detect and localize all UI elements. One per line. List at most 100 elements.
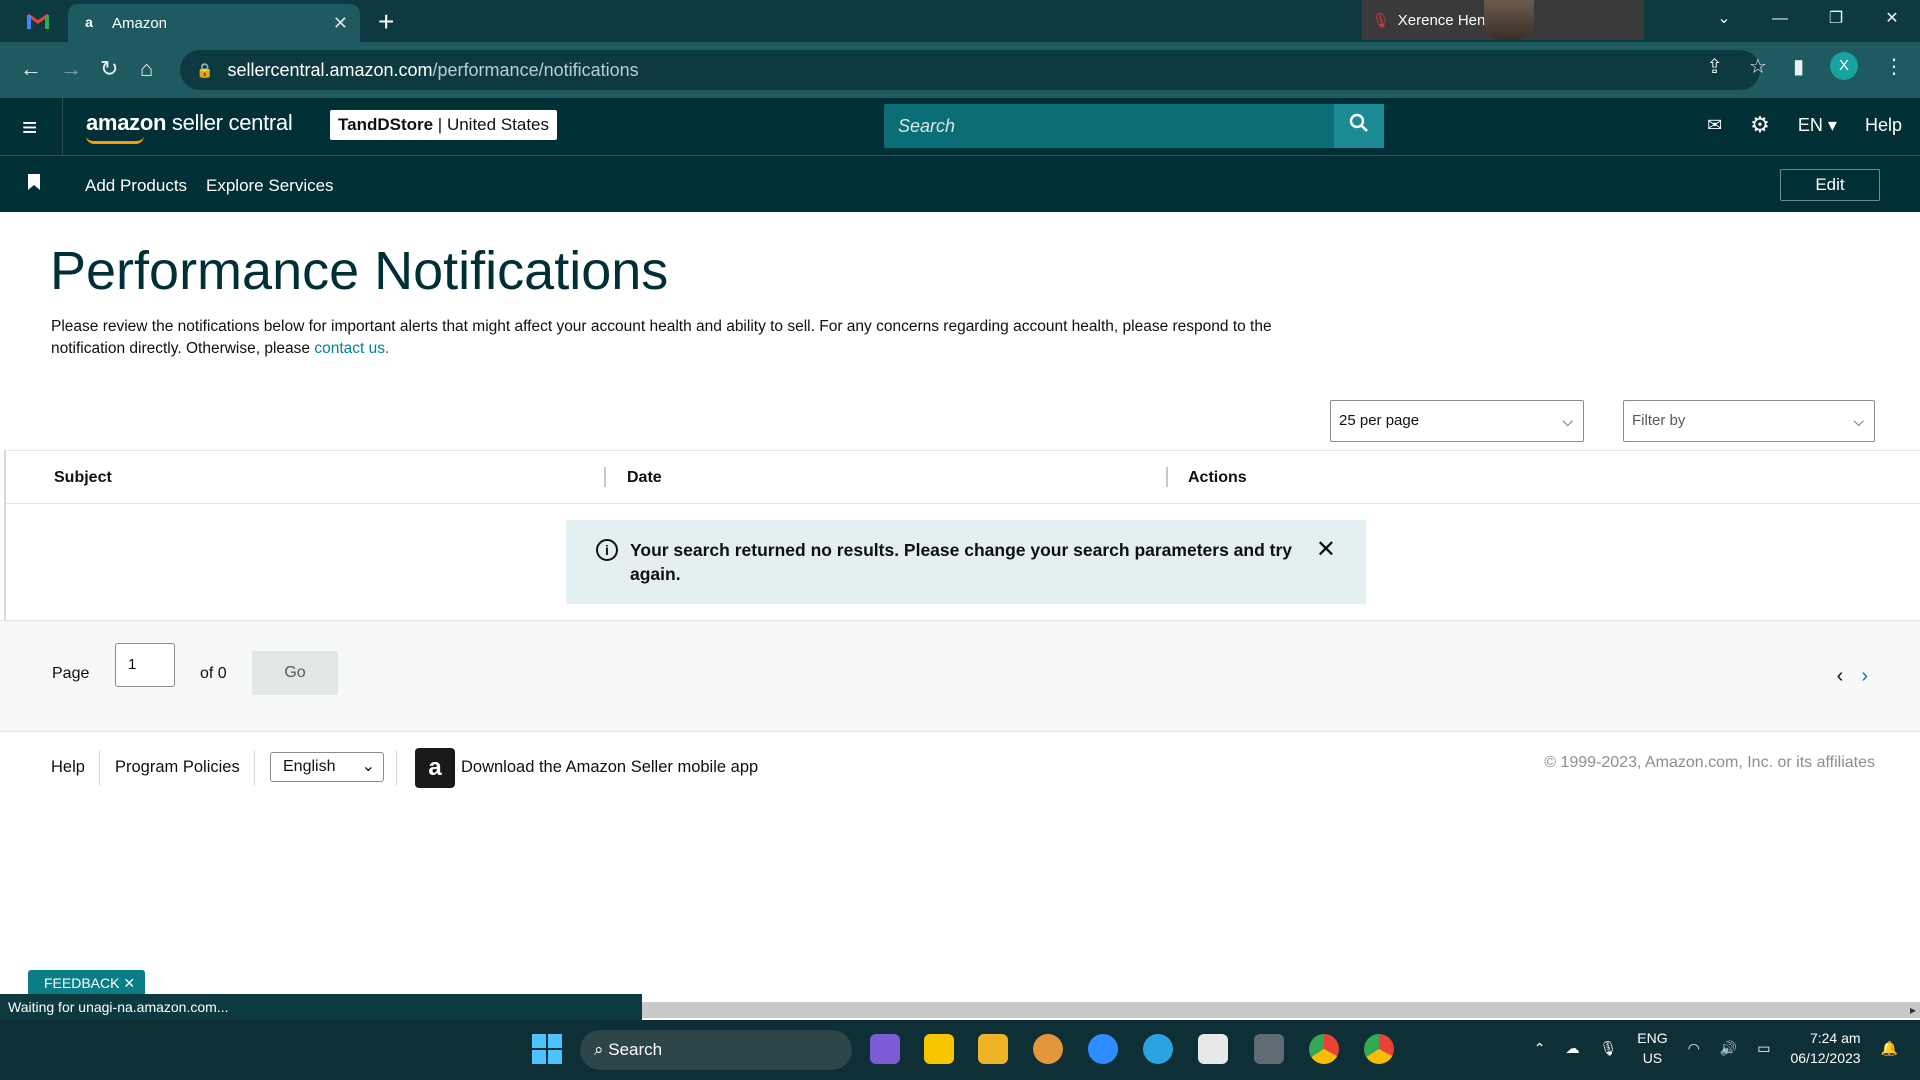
url-input[interactable]: 🔒 sellercentral.amazon.com/performance/n… [180,50,1760,90]
hamburger-menu-icon[interactable]: ≡ [22,114,37,140]
clock[interactable]: 7:24 am 06/12/2023 [1790,1028,1860,1068]
program-policies-link[interactable]: Program Policies [115,758,240,777]
footer-divider [396,750,397,786]
close-window-button[interactable]: ✕ [1864,0,1920,40]
page-number-input[interactable]: 1 [115,643,175,687]
lock-icon: 🔒 [196,61,214,78]
download-app-link[interactable]: Download the Amazon Seller mobile app [461,758,758,777]
video-call-overlay[interactable]: 🎙 Xerence Henry [1362,0,1644,40]
search-input[interactable]: Search [884,104,1334,148]
logo-seller-central-text: seller central [166,110,293,135]
battery-icon[interactable]: ▭ [1757,1040,1770,1057]
copyright-text: © 1999-2023, Amazon.com, Inc. or its aff… [1544,754,1875,771]
file-explorer-icon[interactable] [978,1034,1008,1064]
home-icon[interactable]: ⌂ [140,56,153,82]
mail-icon[interactable]: ✉ [1707,115,1722,136]
logo-amazon-text: amazon [86,110,167,135]
close-alert-icon[interactable]: ✕ [1316,538,1336,586]
filter-by-select[interactable]: Filter by ⌵ [1623,400,1875,442]
taskbar-search[interactable]: ⌕ Search [580,1030,852,1070]
previous-page-icon[interactable]: ‹ [1837,665,1844,688]
go-button[interactable]: Go [252,651,338,695]
settings-gear-icon[interactable]: ⚙ [1750,112,1770,138]
onedrive-icon[interactable]: ☁ [1565,1040,1579,1057]
profile-avatar[interactable]: X [1830,52,1858,80]
back-icon[interactable]: ← [20,56,42,82]
search-button[interactable] [1334,104,1384,148]
chrome-profile-icon[interactable] [1364,1034,1394,1064]
info-icon: i [596,539,618,561]
url-domain: sellercentral.amazon.com [227,59,433,80]
feedback-close-icon[interactable]: ✕ [123,975,135,991]
app-icon[interactable] [1033,1034,1063,1064]
input-language[interactable]: ENG US [1637,1028,1667,1068]
help-link[interactable]: Help [1865,115,1902,136]
microphone-icon[interactable]: 🎙 [1599,1040,1617,1057]
next-page-icon[interactable]: › [1861,665,1868,688]
chevron-up-icon[interactable]: ⌃ [1534,1040,1546,1057]
muted-mic-icon: 🎙 [1372,11,1390,28]
snipping-tool-icon[interactable] [1198,1034,1228,1064]
column-subject[interactable]: Subject [54,469,112,487]
zoom-icon[interactable] [1088,1034,1118,1064]
filter-by-placeholder: Filter by [1632,412,1686,429]
bookmark-icon[interactable] [28,174,40,190]
per-page-select[interactable]: 25 per page ⌵ [1330,400,1584,442]
amazon-smile-icon [86,136,144,144]
chevron-down-icon: ⌄ [361,758,375,775]
new-tab-button[interactable]: + [378,6,394,38]
bookmark-star-icon[interactable]: ☆ [1749,54,1767,79]
telegram-icon[interactable] [1143,1034,1173,1064]
amazon-favicon-icon: a [85,14,93,30]
reload-icon[interactable]: ↻ [100,56,118,82]
store-region: United States [446,115,550,134]
restore-button[interactable]: ❐ [1808,0,1864,40]
chrome-icon[interactable] [1309,1034,1339,1064]
pagination: Page 1 of 0 Go ‹ › [0,620,1920,732]
contact-us-link[interactable]: contact us. [314,340,389,357]
explore-services-link[interactable]: Explore Services [206,176,334,196]
scroll-right-icon[interactable]: ▸ [1910,1002,1916,1018]
share-icon[interactable]: ⇪ [1706,54,1723,79]
table-header: Subject Date Actions [6,450,1920,504]
add-products-link[interactable]: Add Products [85,176,187,196]
tab-search-icon[interactable]: ⌄ [1696,0,1752,40]
active-tab[interactable]: a Amazon ✕ [68,4,360,42]
minimize-button[interactable]: — [1752,0,1808,40]
wifi-icon[interactable]: ◠ [1688,1040,1700,1057]
participant-video [1484,0,1534,40]
notification-bell-icon[interactable]: 🔔 [1881,1040,1898,1057]
side-panel-icon[interactable]: ▮ [1793,54,1804,79]
forward-icon[interactable]: → [60,56,82,82]
calculator-icon[interactable] [1254,1034,1284,1064]
volume-icon[interactable]: 🔊 [1720,1040,1737,1057]
page-count: of 0 [200,665,227,682]
footer-language-select[interactable]: English ⌄ [270,752,384,782]
footer-divider [99,750,100,786]
column-actions: Actions [1188,469,1247,486]
taskbar-search-label: Search [608,1040,663,1059]
no-results-alert: i Your search returned no results. Pleas… [566,520,1366,604]
copilot-icon[interactable] [870,1034,900,1064]
windows-start-icon[interactable] [532,1034,562,1064]
column-date[interactable]: Date [627,469,662,487]
sticky-notes-icon[interactable] [924,1034,954,1064]
edit-bookmarks-button[interactable]: Edit [1780,169,1880,201]
column-divider [1166,467,1168,487]
language-selector[interactable]: EN ▾ [1798,115,1837,136]
amazon-seller-app-icon[interactable]: a [415,748,455,788]
seller-central-logo[interactable]: amazon seller central [86,110,293,144]
page-footer: Help Program Policies English ⌄ a Downlo… [0,732,1920,802]
window-controls: ⌄ — ❐ ✕ [1696,0,1920,40]
store-switcher[interactable]: TandDStore | United States [330,110,558,140]
bookmarks-nav: Add Products Explore Services Edit [0,156,1920,212]
tab-close-icon[interactable]: ✕ [333,13,348,34]
seller-central-header: ≡ amazon seller central TandDStore | Uni… [0,98,1920,156]
seller-search: Search [884,104,1384,148]
horizontal-scrollbar[interactable]: ▸ [642,1002,1920,1018]
menu-dots-icon[interactable]: ⋮ [1884,54,1904,79]
footer-help-link[interactable]: Help [51,758,85,777]
url-path: /performance/notifications [432,59,639,80]
gmail-tab[interactable] [18,8,58,34]
feedback-button[interactable]: FEEDBACK ✕ [28,970,146,996]
